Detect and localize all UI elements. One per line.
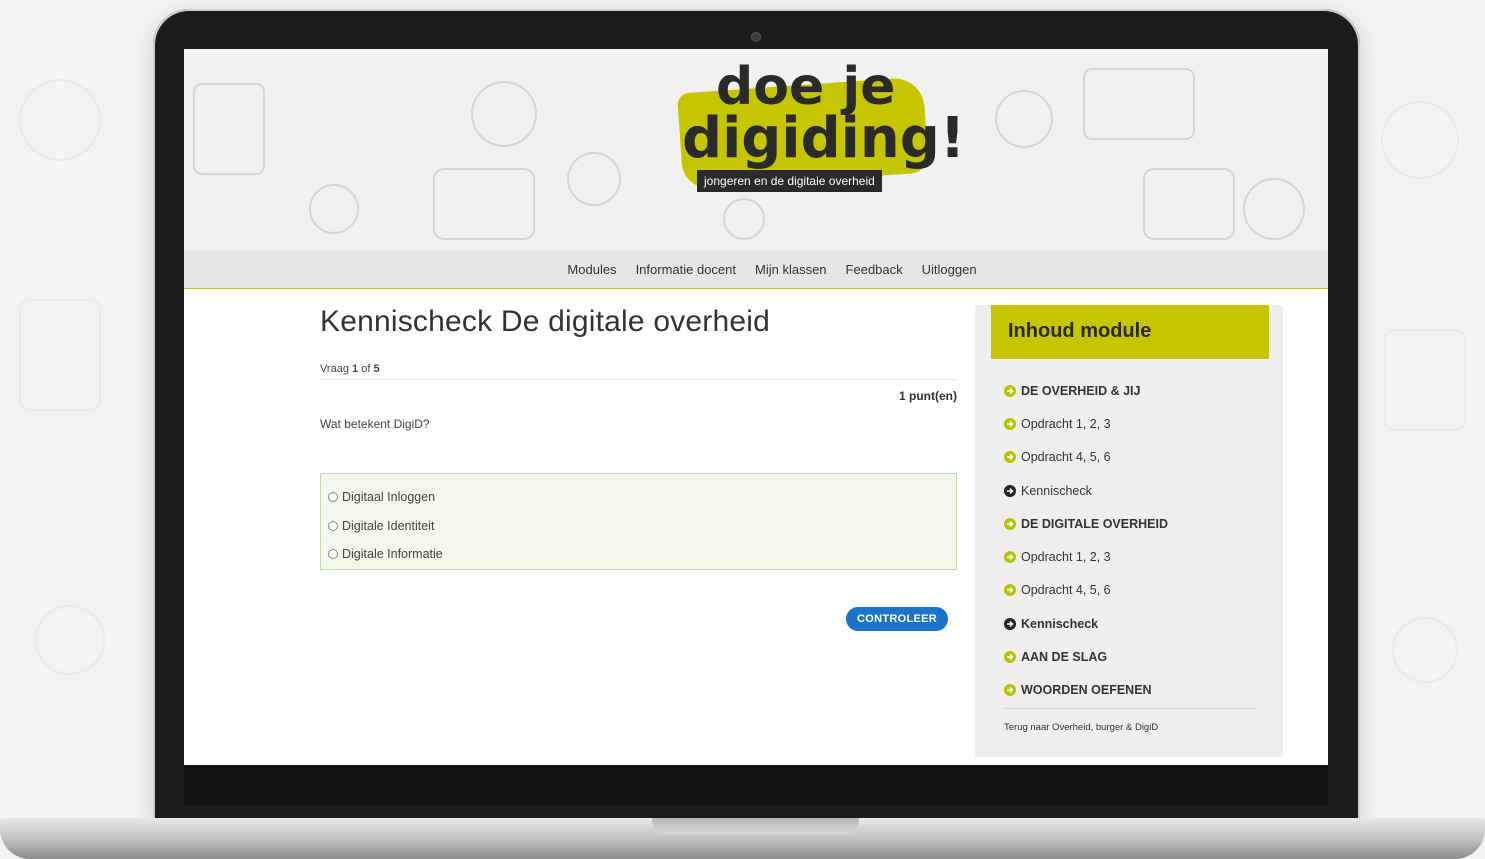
sidebar-item-label: AAN DE SLAG [1021, 650, 1108, 665]
arrow-circle-icon [1004, 517, 1016, 530]
arrow-circle-icon [1004, 684, 1016, 697]
counter-total: 5 [373, 363, 380, 375]
sidebar-item[interactable]: DE DIGITALE OVERHEID [1004, 507, 1256, 540]
controleer-button[interactable]: CONTROLEER [846, 607, 948, 631]
sidebar-item-label: Kennischeck [1021, 483, 1092, 498]
arrow-circle-icon [1004, 451, 1016, 464]
sidebar-item[interactable]: Kennischeck [1004, 607, 1256, 640]
sidebar-item[interactable]: Opdracht 1, 2, 3 [1004, 407, 1256, 440]
sidebar-item-label: Opdracht 1, 2, 3 [1021, 550, 1111, 565]
sidebar-item-label: DE OVERHEID & JIJ [1021, 383, 1141, 398]
answer-option-1[interactable]: Digitaal Inloggen [328, 483, 949, 512]
answer-list: Digitaal Inloggen Digitale Identiteit Di… [320, 473, 957, 570]
main-nav: Modules Informatie docent Mijn klassen F… [184, 251, 1328, 289]
sidebar-item-label: Opdracht 4, 5, 6 [1021, 450, 1111, 465]
sidebar-item-label: Opdracht 1, 2, 3 [1021, 416, 1111, 431]
sidebar-item-label: Kennischeck [1021, 616, 1099, 631]
laptop-notch [652, 818, 859, 834]
points-label: 1 punt(en) [899, 389, 957, 403]
nav-mijn-klassen[interactable]: Mijn klassen [755, 262, 827, 277]
module-sidebar: Inhoud module DE OVERHEID & JIJ Opdracht … [975, 305, 1283, 757]
counter-current: 1 [352, 363, 359, 375]
sidebar-item[interactable]: AAN DE SLAG [1004, 640, 1256, 673]
logo-tagline: jongeren en de digitale overheid [697, 170, 882, 192]
site-header: doe je digiding! jongeren en de digitale… [184, 49, 1328, 251]
arrow-circle-icon [1004, 417, 1016, 430]
sidebar-item[interactable]: Opdracht 1, 2, 3 [1004, 540, 1256, 573]
sidebar-item[interactable]: WOORDEN OEFENEN [1004, 674, 1256, 707]
sidebar-title: Inhoud module [991, 305, 1269, 359]
answer-label: Digitale Identiteit [342, 518, 435, 533]
sidebar-list: DE OVERHEID & JIJ Opdracht 1, 2, 3 Opdrach… [1004, 374, 1256, 707]
sidebar-divider [1004, 708, 1256, 709]
camera-icon [751, 32, 761, 42]
arrow-circle-icon [1004, 384, 1016, 397]
question-counter: Vraag 1 of 5 [320, 363, 957, 380]
logo-text-line2: digiding! [682, 106, 966, 171]
browser-screen: doe je digiding! jongeren en de digitale… [184, 49, 1328, 765]
nav-modules[interactable]: Modules [567, 262, 616, 277]
site-logo[interactable]: doe je digiding! jongeren en de digitale… [674, 57, 965, 207]
radio-button[interactable] [328, 549, 338, 560]
arrow-circle-dark-icon [1004, 484, 1016, 497]
sidebar-item[interactable]: DE OVERHEID & JIJ [1004, 374, 1256, 407]
arrow-circle-icon [1004, 551, 1016, 564]
sidebar-item[interactable]: Opdracht 4, 5, 6 [1004, 574, 1256, 607]
answer-option-2[interactable]: Digitale Identiteit [328, 512, 949, 541]
question-text: Wat betekent DigiD? [320, 417, 430, 431]
arrow-circle-icon [1004, 651, 1016, 664]
nav-informatie-docent[interactable]: Informatie docent [636, 262, 736, 277]
sidebar-item-label: Opdracht 4, 5, 6 [1021, 583, 1111, 598]
radio-button[interactable] [328, 492, 338, 503]
arrow-circle-dark-icon [1004, 617, 1016, 630]
answer-label: Digitale Informatie [342, 547, 443, 562]
sidebar-item[interactable]: Kennischeck [1004, 474, 1256, 507]
counter-prefix: Vraag [320, 363, 349, 375]
screen-bezel [184, 765, 1328, 805]
sidebar-item[interactable]: Opdracht 4, 5, 6 [1004, 441, 1256, 474]
arrow-circle-icon [1004, 584, 1016, 597]
quiz-main: Kennischeck De digitale overheid Vraag 1… [320, 305, 957, 631]
page-title: Kennischeck De digitale overheid [320, 305, 770, 338]
radio-button[interactable] [328, 520, 338, 531]
sidebar-item-label: WOORDEN OEFENEN [1021, 683, 1152, 698]
answer-label: Digitaal Inloggen [342, 490, 436, 505]
answer-option-3[interactable]: Digitale Informatie [328, 540, 949, 569]
back-link[interactable]: Terug naar Overheid, burger & DigiD [1004, 722, 1158, 733]
nav-feedback[interactable]: Feedback [846, 262, 903, 277]
nav-uitloggen[interactable]: Uitloggen [922, 262, 977, 277]
counter-of: of [361, 363, 371, 375]
sidebar-item-label: DE DIGITALE OVERHEID [1021, 516, 1169, 531]
